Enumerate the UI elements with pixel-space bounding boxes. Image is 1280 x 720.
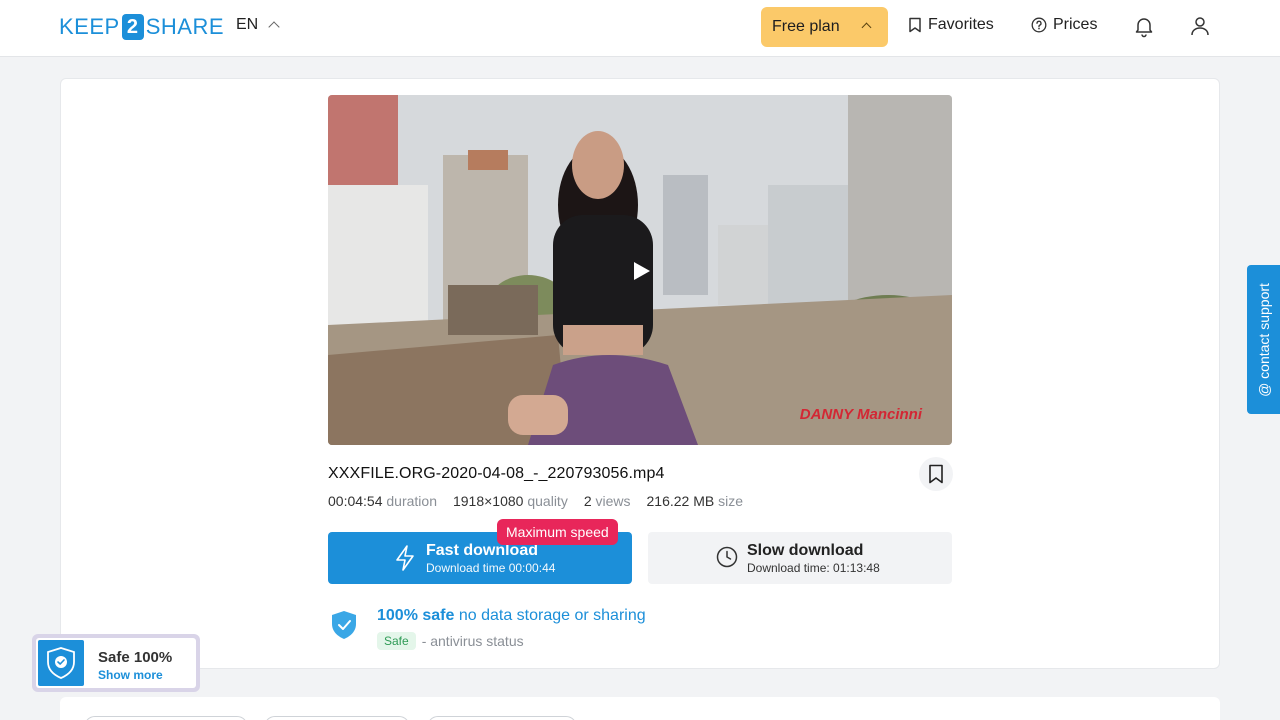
video-watermark: DANNY Mancinni (799, 406, 922, 423)
favorites-link[interactable]: Favorites (908, 16, 994, 34)
safety-statement: 100% safe no data storage or sharing (377, 607, 646, 625)
file-name: XXXFILE.ORG-2020-04-08_-_220793056.mp4 (328, 465, 665, 482)
meta-quality: 1918×1080 quality (453, 493, 568, 509)
maximum-speed-badge: Maximum speed (497, 519, 618, 545)
help-circle-icon (1031, 17, 1047, 33)
safe-badge-show-more[interactable]: Show more (98, 668, 163, 682)
antivirus-status-label: - antivirus status (421, 633, 524, 649)
logo-part-1: KEEP (59, 14, 120, 39)
file-meta: 00:04:54 duration 1918×1080 quality 2 vi… (328, 493, 743, 509)
bookmark-icon (929, 464, 943, 484)
logo-number: 2 (121, 14, 144, 40)
fast-download-time: Download time 00:00:44 (426, 561, 556, 575)
duration-label: duration (386, 493, 437, 509)
chevron-up-icon (861, 22, 872, 33)
bottom-tab[interactable] (427, 716, 577, 720)
favorites-label: Favorites (928, 16, 994, 33)
prices-label: Prices (1053, 16, 1098, 33)
size-value: 216.22 MB (646, 493, 715, 509)
slow-download-time: Download time: 01:13:48 (747, 561, 880, 575)
safe-badge-shield-box (38, 640, 84, 686)
chevron-up-icon (268, 21, 280, 33)
quality-value: 1918×1080 (452, 493, 524, 509)
top-header: KEEP 2 SHARE EN Free plan Favorites Prices (0, 0, 1280, 57)
safety-rest: no data storage or sharing (458, 607, 646, 624)
contact-support-label: @ contact support (1255, 282, 1272, 397)
bottom-tab[interactable] (84, 716, 248, 720)
duration-value: 00:04:54 (328, 493, 383, 509)
keep2share-logo[interactable]: KEEP 2 SHARE (59, 14, 224, 40)
clock-icon (716, 546, 738, 568)
user-icon[interactable] (1188, 14, 1212, 38)
play-icon[interactable] (633, 261, 651, 281)
bell-icon[interactable] (1132, 14, 1156, 38)
language-label: EN (236, 16, 259, 33)
free-plan-button[interactable]: Free plan (761, 7, 888, 47)
prices-link[interactable]: Prices (1031, 16, 1097, 34)
language-selector[interactable]: EN (236, 16, 280, 34)
slow-download-button[interactable]: Slow download Download time: 01:13:48 (648, 532, 952, 584)
safe-100-badge[interactable]: Safe 100% Show more (32, 634, 200, 692)
views-value: 2 (583, 493, 592, 509)
bottom-tab[interactable] (264, 716, 410, 720)
logo-part-2: SHARE (145, 14, 224, 39)
antivirus-status: Safe - antivirus status (377, 632, 524, 650)
contact-support-tab[interactable]: @ contact support (1247, 265, 1280, 414)
lightning-icon (396, 545, 414, 571)
shield-check-icon (47, 647, 75, 679)
quality-label: quality (527, 493, 568, 509)
safe-tag: Safe (377, 632, 416, 650)
meta-views: 2 views (584, 493, 631, 509)
safe-badge-title: Safe 100% (98, 649, 173, 666)
safe-badge-inner: Safe 100% Show more (36, 638, 196, 688)
slow-download-title: Slow download (747, 542, 864, 559)
meta-size: 216.22 MB size (647, 493, 744, 509)
add-to-favorites-button[interactable] (919, 457, 953, 491)
safety-bold: 100% safe (377, 607, 455, 624)
shield-check-icon (332, 611, 356, 639)
size-label: size (718, 493, 744, 509)
bookmark-icon (909, 17, 921, 33)
free-plan-label: Free plan (772, 18, 840, 35)
meta-duration: 00:04:54 duration (328, 493, 437, 509)
views-label: views (595, 493, 631, 509)
